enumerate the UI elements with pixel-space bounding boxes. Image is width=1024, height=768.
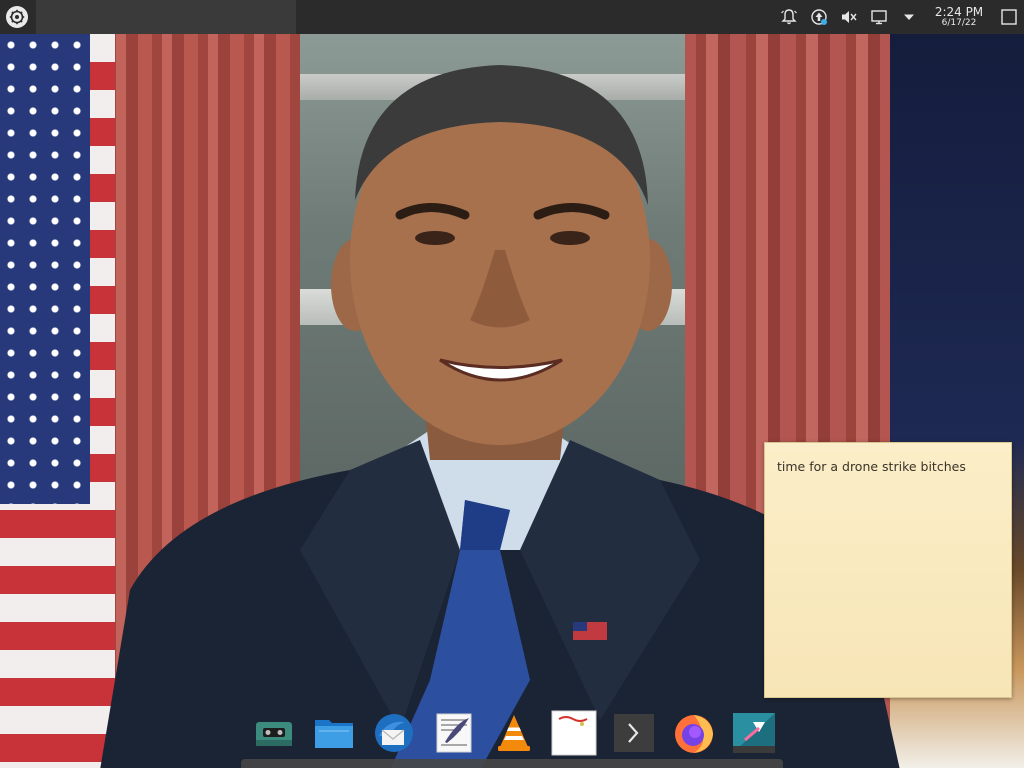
- dock-item-notes-app[interactable]: [550, 709, 598, 757]
- kdenlive-icon: [733, 713, 775, 753]
- tape-recorder-icon: [256, 722, 292, 746]
- kde-launcher-icon: [9, 9, 25, 25]
- dock-bar: [241, 759, 783, 768]
- system-tray: 2:24 PM 6/17/22: [774, 0, 1024, 34]
- text-editor-icon: [436, 713, 472, 753]
- sticky-note-text[interactable]: time for a drone strike bitches: [777, 459, 999, 474]
- clock-time: 2:24 PM: [934, 5, 984, 19]
- show-desktop-button[interactable]: [994, 0, 1024, 34]
- volume-muted-icon: [842, 11, 857, 23]
- terminal-icon: [614, 714, 654, 752]
- show-desktop-icon: [1001, 9, 1017, 25]
- dock-item-firefox[interactable]: [670, 709, 718, 757]
- clock-date: 6/17/22: [941, 18, 977, 28]
- expand-tray-icon: [904, 14, 914, 20]
- dock-item-kdenlive[interactable]: [730, 709, 778, 757]
- top-panel: 2:24 PM 6/17/22: [0, 0, 1024, 34]
- dock-item-tape-recorder[interactable]: [250, 709, 298, 757]
- notifications-button[interactable]: [774, 0, 804, 34]
- notes-app-icon: [551, 710, 597, 756]
- dock-item-mail-client[interactable]: [370, 709, 418, 757]
- active-window-area[interactable]: [36, 0, 296, 34]
- file-manager-icon: [315, 720, 353, 748]
- digital-clock[interactable]: 2:24 PM 6/17/22: [928, 6, 990, 28]
- display-button[interactable]: [864, 0, 894, 34]
- mail-client-icon: [375, 714, 413, 752]
- vlc-icon: [498, 715, 530, 751]
- us-flag: [0, 34, 115, 768]
- updates-button[interactable]: [804, 0, 834, 34]
- volume-button[interactable]: [834, 0, 864, 34]
- display-icon: [871, 10, 887, 25]
- firefox-icon: [675, 715, 713, 753]
- expand-tray-button[interactable]: [894, 0, 924, 34]
- dock-item-file-manager[interactable]: [310, 709, 358, 757]
- sticky-note-widget[interactable]: time for a drone strike bitches: [764, 442, 1012, 698]
- updates-icon: [811, 9, 827, 25]
- dock: [246, 704, 782, 762]
- application-launcher-button[interactable]: [6, 6, 28, 28]
- notifications-bell-icon: [781, 9, 797, 25]
- dock-item-terminal[interactable]: [610, 709, 658, 757]
- dock-item-vlc[interactable]: [490, 709, 538, 757]
- dock-item-text-editor[interactable]: [430, 709, 478, 757]
